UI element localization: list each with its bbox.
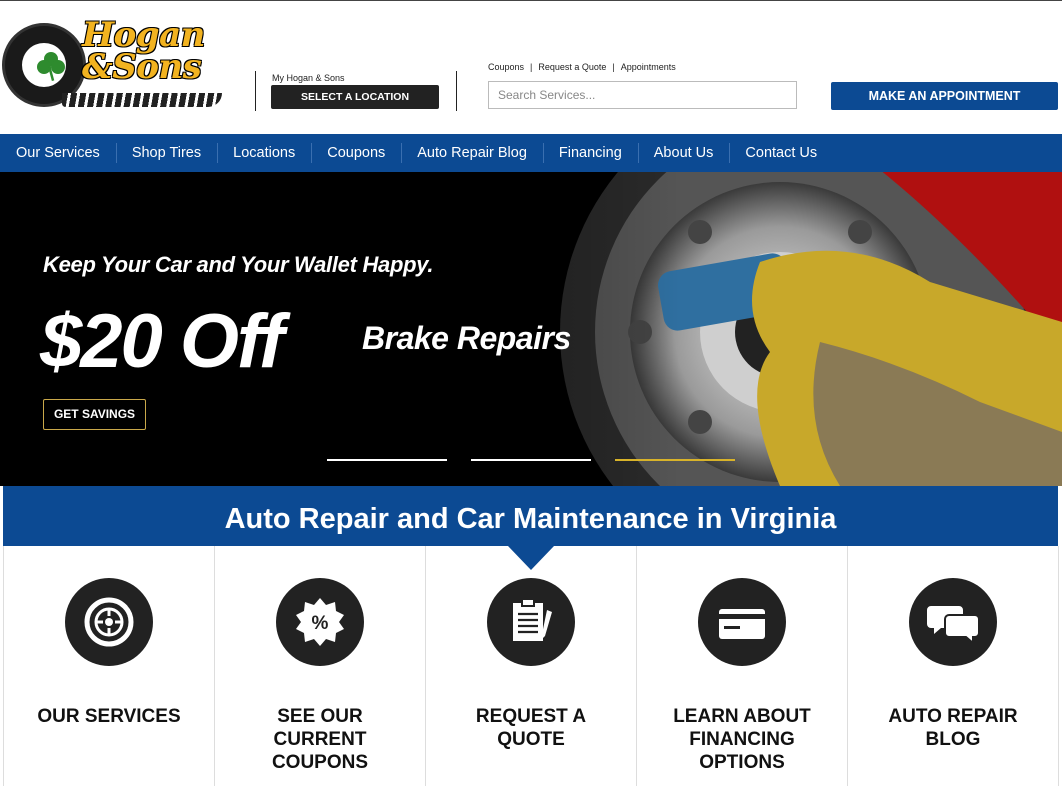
nav-financing[interactable]: Financing [542,134,638,172]
card-label: OUR SERVICES [37,706,181,727]
link-coupons[interactable]: Coupons [488,62,524,72]
percent-badge-icon: % [276,578,364,666]
tire-icon [65,578,153,666]
section-title-pointer [508,546,554,570]
utility-links: Coupons | Request a Quote | Appointments [488,62,676,72]
nav-locations[interactable]: Locations [217,134,311,172]
get-savings-button[interactable]: GET SAVINGS [43,399,146,430]
nav-shop-tires[interactable]: Shop Tires [115,134,217,172]
chat-bubbles-icon [909,578,997,666]
card-our-services[interactable]: OUR SERVICES [4,546,215,786]
feature-cards: OUR SERVICES % SEE OUR CURRENT COUPONS R… [3,546,1059,786]
nav-auto-repair-blog[interactable]: Auto Repair Blog [401,134,543,172]
main-nav: Our Services Shop Tires Locations Coupon… [0,134,1062,172]
credit-card-icon [698,578,786,666]
hogan-sons-logo[interactable]: Hogan &Sons [2,15,224,113]
hero-tagline: Keep Your Car and Your Wallet Happy. [43,252,434,277]
clipboard-icon [487,578,575,666]
hero-banner: Keep Your Car and Your Wallet Happy. $20… [0,172,1062,486]
hero-offer-subtitle: Brake Repairs [362,320,571,356]
hero-offer: $20 Off [40,299,284,384]
card-coupons[interactable]: % SEE OUR CURRENT COUPONS [215,546,426,786]
slide-indicator-1[interactable] [327,459,447,461]
card-blog[interactable]: AUTO REPAIR BLOG [848,546,1059,786]
location-selector: My Hogan & Sons SELECT A LOCATION [255,71,457,111]
brand-name: Hogan &Sons [82,15,205,87]
nav-contact-us[interactable]: Contact Us [729,134,833,172]
select-location-button[interactable]: SELECT A LOCATION [271,85,439,109]
card-request-quote[interactable]: REQUEST A QUOTE [426,546,637,786]
separator: | [530,62,533,72]
nav-our-services[interactable]: Our Services [0,134,116,172]
slide-indicator-3[interactable] [615,459,735,461]
card-label: AUTO REPAIR BLOG [888,706,1018,750]
card-label: SEE OUR CURRENT COUPONS [271,706,369,773]
link-request-quote[interactable]: Request a Quote [538,62,606,72]
shamrock-icon [37,52,65,82]
nav-about-us[interactable]: About Us [637,134,730,172]
separator: | [612,62,615,72]
section-title: Auto Repair and Car Maintenance in Virgi… [3,486,1058,546]
card-label: REQUEST A QUOTE [475,706,587,750]
link-appointments[interactable]: Appointments [621,62,676,72]
make-appointment-button[interactable]: MAKE AN APPOINTMENT [831,82,1058,110]
nav-coupons[interactable]: Coupons [311,134,401,172]
location-label: My Hogan & Sons [272,73,345,83]
tire-tread-graphic [62,93,222,107]
search-input[interactable] [488,81,797,109]
slide-indicator-2[interactable] [471,459,591,461]
card-financing[interactable]: LEARN ABOUT FINANCING OPTIONS [637,546,848,786]
svg-text:%: % [312,613,329,634]
card-label: LEARN ABOUT FINANCING OPTIONS [673,706,811,773]
site-header: Hogan &Sons My Hogan & Sons SELECT A LOC… [0,1,1062,134]
